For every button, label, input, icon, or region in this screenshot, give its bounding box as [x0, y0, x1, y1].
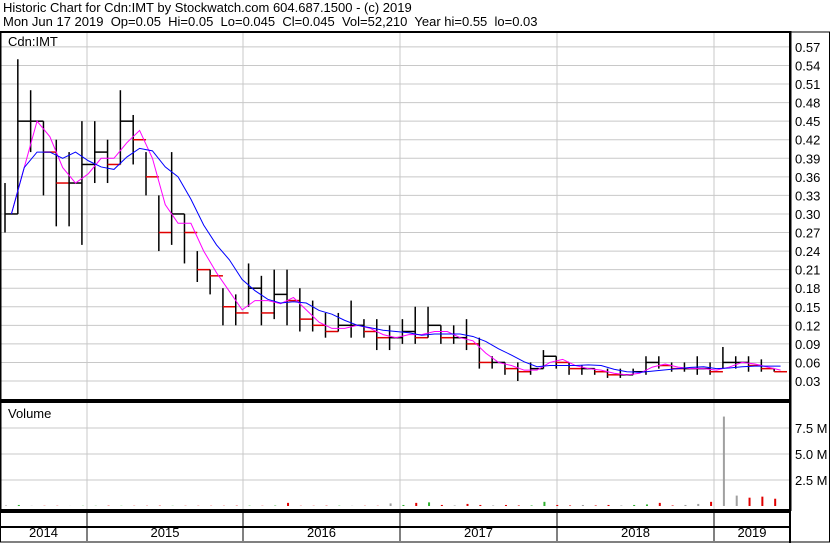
volume-bar — [517, 505, 520, 506]
price-tick-label: 0.21 — [795, 263, 820, 278]
price-bar — [68, 152, 82, 227]
volume-bar — [389, 503, 392, 506]
volume-bar — [543, 501, 546, 506]
volume-bar — [645, 504, 648, 506]
price-bar — [196, 251, 211, 283]
volume-bar — [671, 505, 674, 506]
price-bar — [273, 269, 288, 320]
price-tick-label: 0.18 — [795, 281, 820, 296]
price-tick-label: 0.57 — [795, 40, 820, 55]
volume-bar — [556, 504, 559, 506]
volume-bar — [440, 504, 443, 506]
volume-bar — [569, 505, 572, 506]
price-bar — [440, 325, 454, 344]
price-bar — [350, 300, 364, 338]
volume-bar — [530, 505, 533, 506]
price-tick-label: 0.39 — [795, 151, 820, 166]
volume-bar — [492, 505, 495, 506]
price-bar — [401, 319, 416, 344]
price-bar — [93, 121, 108, 184]
volume-tick-label: 5.0 M — [795, 447, 828, 462]
volume-label: Volume — [8, 406, 51, 421]
price-bar — [183, 213, 198, 264]
price-tick-label: 0.33 — [795, 188, 820, 203]
long-moving-average-line — [10, 147, 781, 373]
volume-bar — [607, 504, 610, 506]
price-tick-label: 0.54 — [795, 58, 820, 73]
price-tick-label: 0.36 — [795, 170, 820, 185]
price-bar — [696, 356, 711, 375]
price-bar — [222, 288, 236, 326]
price-tick-label: 0.42 — [795, 133, 820, 148]
volume-bar — [581, 504, 584, 506]
volume-bar — [697, 503, 700, 506]
price-tick-label: 0.45 — [795, 114, 820, 129]
volume-bar — [722, 416, 725, 506]
volume-bar — [453, 505, 456, 506]
price-bar — [529, 362, 544, 375]
price-tick-label: 0.06 — [795, 355, 820, 370]
volume-bar — [479, 504, 482, 506]
price-bar — [55, 139, 70, 227]
volume-bar — [748, 497, 751, 506]
price-tick-label: 0.03 — [795, 374, 820, 389]
volume-tick-label: 2.5 M — [795, 473, 828, 488]
volume-bar — [402, 504, 405, 506]
price-tick-label: 0.15 — [795, 300, 820, 315]
volume-bar — [684, 504, 687, 506]
price-tick-label: 0.51 — [795, 77, 820, 92]
volume-bar — [428, 502, 431, 506]
volume-bar — [761, 496, 764, 506]
volume-panel-frame — [0, 401, 792, 511]
price-tick-label: 0.09 — [795, 337, 820, 352]
price-bar — [581, 365, 595, 375]
volume-bar — [594, 505, 597, 506]
volume-bar — [466, 503, 469, 506]
price-bar — [311, 300, 326, 332]
price-tick-label: 0.24 — [795, 244, 820, 259]
volume-bar — [415, 502, 418, 506]
price-bar — [517, 362, 531, 381]
volume-bar — [633, 504, 636, 506]
price-tick-label: 0.30 — [795, 207, 820, 222]
short-moving-average-line — [10, 120, 781, 376]
chart-window: Historic Chart for Cdn:IMT by Stockwatch… — [0, 0, 830, 543]
volume-bar — [774, 498, 777, 506]
volume-bar — [710, 501, 713, 506]
volume-bar — [735, 495, 738, 506]
volume-bar — [5, 505, 7, 506]
price-panel-frame — [0, 31, 792, 401]
volume-bar — [658, 502, 661, 506]
price-bar — [170, 152, 185, 245]
volume-bar — [17, 504, 20, 506]
price-bar — [4, 183, 18, 233]
price-bar — [568, 362, 582, 375]
outer-frame — [0, 31, 830, 543]
price-tick-label: 0.48 — [795, 96, 820, 111]
volume-tick-label: 7.5 M — [795, 421, 828, 436]
price-tick-label: 0.12 — [795, 318, 820, 333]
stock-chart: Cdn:IMT Volume 0.570.540.510.480.450.420… — [0, 31, 830, 543]
volume-bar — [620, 505, 623, 506]
price-bar — [119, 90, 134, 165]
price-tick-label: 0.27 — [795, 226, 820, 241]
price-bar — [619, 368, 634, 378]
price-bar — [555, 356, 570, 369]
volume-bar — [287, 502, 290, 506]
price-bar — [17, 59, 31, 214]
volume-bar — [504, 504, 507, 506]
